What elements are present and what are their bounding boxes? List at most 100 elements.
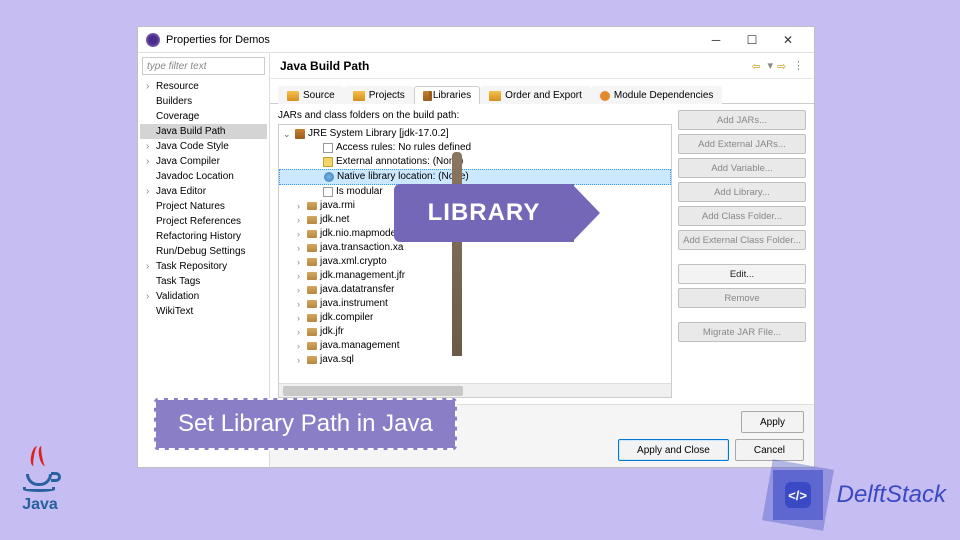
package-icon [307, 314, 317, 322]
steam-icon [31, 446, 49, 470]
tab-libraries[interactable]: Libraries [414, 86, 480, 104]
nav-item-wikitext[interactable]: WikiText [140, 304, 267, 319]
tab-label: Order and Export [505, 90, 582, 101]
nav-item-javadoc-location[interactable]: Javadoc Location [140, 169, 267, 184]
globe-icon [324, 172, 334, 182]
cancel-button[interactable]: Cancel [735, 439, 804, 461]
library-icon [295, 129, 305, 139]
main-header: Java Build Path ⇦ ▾ ⇨ ⋮ [270, 53, 814, 79]
titlebar[interactable]: Properties for Demos ─ ☐ ✕ [138, 27, 814, 53]
nav-item-java-editor[interactable]: Java Editor [140, 184, 267, 199]
file-icon [323, 143, 333, 153]
window-title: Properties for Demos [166, 34, 698, 46]
package-icon [307, 356, 317, 364]
package-icon [307, 230, 317, 238]
minimize-button[interactable]: ─ [698, 29, 734, 51]
article-title-overlay: Set Library Path in Java [154, 398, 457, 450]
nav-item-project-natures[interactable]: Project Natures [140, 199, 267, 214]
nav-item-run-debug-settings[interactable]: Run/Debug Settings [140, 244, 267, 259]
sign-label: LIBRARY [394, 184, 574, 242]
delftstack-logo: </> DelftStack [767, 464, 946, 526]
tab-order-and-export[interactable]: Order and Export [480, 86, 591, 104]
tree-package[interactable]: › java.management [279, 339, 671, 353]
close-button[interactable]: ✕ [770, 29, 806, 51]
tab-label: Projects [369, 90, 405, 101]
remove-button: Remove [678, 288, 806, 308]
delft-core-icon: </> [785, 482, 811, 508]
content-left: JARs and class folders on the build path… [278, 110, 672, 398]
tab-projects[interactable]: Projects [344, 86, 414, 104]
add-class-folder-button: Add Class Folder... [678, 206, 806, 226]
tree-package[interactable]: › java.instrument [279, 297, 671, 311]
nav-item-java-build-path[interactable]: Java Build Path [140, 124, 267, 139]
eclipse-icon [146, 33, 160, 47]
history-icon[interactable]: ▾ [767, 59, 773, 72]
tab-source[interactable]: Source [278, 86, 344, 104]
apply-button[interactable]: Apply [741, 411, 804, 433]
ic-projects-icon [353, 91, 365, 101]
tree-package[interactable]: › jdk.management.jfr [279, 269, 671, 283]
package-icon [307, 342, 317, 350]
menu-icon[interactable]: ⋮ [793, 59, 804, 72]
package-icon [307, 328, 317, 336]
nav-item-task-repository[interactable]: Task Repository [140, 259, 267, 274]
add-variable-button: Add Variable... [678, 158, 806, 178]
java-logo: Java [8, 452, 72, 532]
ic-libraries-icon [423, 91, 429, 101]
nav-item-java-compiler[interactable]: Java Compiler [140, 154, 267, 169]
tab-label: Libraries [433, 90, 471, 101]
library-signpost-graphic: LIBRARY [452, 156, 462, 356]
tree-package[interactable]: › java.transaction.xa [279, 241, 671, 255]
jar-tree[interactable]: ⌄ JRE System Library [jdk-17.0.2] Access… [278, 124, 672, 398]
tab-label: Source [303, 90, 335, 101]
page-title: Java Build Path [280, 59, 751, 73]
tree-package[interactable]: › java.datatransfer [279, 283, 671, 297]
tree-prop[interactable]: External annotations: (None) [279, 155, 671, 169]
apply-and-close-button[interactable]: Apply and Close [618, 439, 729, 461]
nav-item-resource[interactable]: Resource [140, 79, 267, 94]
horizontal-scrollbar[interactable] [279, 383, 671, 397]
edit-button[interactable]: Edit... [678, 264, 806, 284]
java-label: Java [22, 496, 58, 514]
nav-item-builders[interactable]: Builders [140, 94, 267, 109]
tree-package[interactable]: › java.xml.crypto [279, 255, 671, 269]
tree-package[interactable]: › jdk.jfr [279, 325, 671, 339]
nav-item-validation[interactable]: Validation [140, 289, 267, 304]
header-nav-arrows: ⇦ ▾ ⇨ ⋮ [751, 59, 804, 72]
maximize-button[interactable]: ☐ [734, 29, 770, 51]
tree-package[interactable]: › java.sql [279, 353, 671, 367]
delft-label: DelftStack [837, 481, 946, 509]
nav-item-task-tags[interactable]: Task Tags [140, 274, 267, 289]
file-icon [323, 187, 333, 197]
side-button-column: Add JARs... Add External JARs... Add Varia… [678, 110, 806, 398]
migrate-jar-file-button: Migrate JAR File... [678, 322, 806, 342]
tree-package[interactable]: › jdk.compiler [279, 311, 671, 325]
add-external-jars-button: Add External JARs... [678, 134, 806, 154]
tab-label: Module Dependencies [614, 90, 714, 101]
add-external-class-folder-button: Add External Class Folder... [678, 230, 806, 250]
package-icon [307, 202, 317, 210]
nav-item-coverage[interactable]: Coverage [140, 109, 267, 124]
nav-item-java-code-style[interactable]: Java Code Style [140, 139, 267, 154]
tab-module-dependencies[interactable]: Module Dependencies [591, 86, 723, 104]
add-jars-button: Add JARs... [678, 110, 806, 130]
tree-prop[interactable]: Native library location: (None) [279, 169, 671, 185]
ic-module-icon [600, 91, 610, 101]
tabbar: Source Projects Libraries Order and Export M… [270, 79, 814, 104]
tree-root[interactable]: ⌄ JRE System Library [jdk-17.0.2] [279, 127, 671, 141]
package-icon [307, 244, 317, 252]
nav-item-project-references[interactable]: Project References [140, 214, 267, 229]
add-library-button: Add Library... [678, 182, 806, 202]
ic-order-icon [489, 91, 501, 101]
ic-source-icon [287, 91, 299, 101]
package-icon [307, 286, 317, 294]
note-icon [323, 157, 333, 167]
package-icon [307, 258, 317, 266]
nav-item-refactoring-history[interactable]: Refactoring History [140, 229, 267, 244]
tree-prop[interactable]: Access rules: No rules defined [279, 141, 671, 155]
back-icon[interactable]: ⇦ [751, 60, 763, 72]
forward-icon[interactable]: ⇨ [777, 60, 789, 72]
package-icon [307, 216, 317, 224]
package-icon [307, 300, 317, 308]
filter-input[interactable]: type filter text [142, 57, 265, 75]
